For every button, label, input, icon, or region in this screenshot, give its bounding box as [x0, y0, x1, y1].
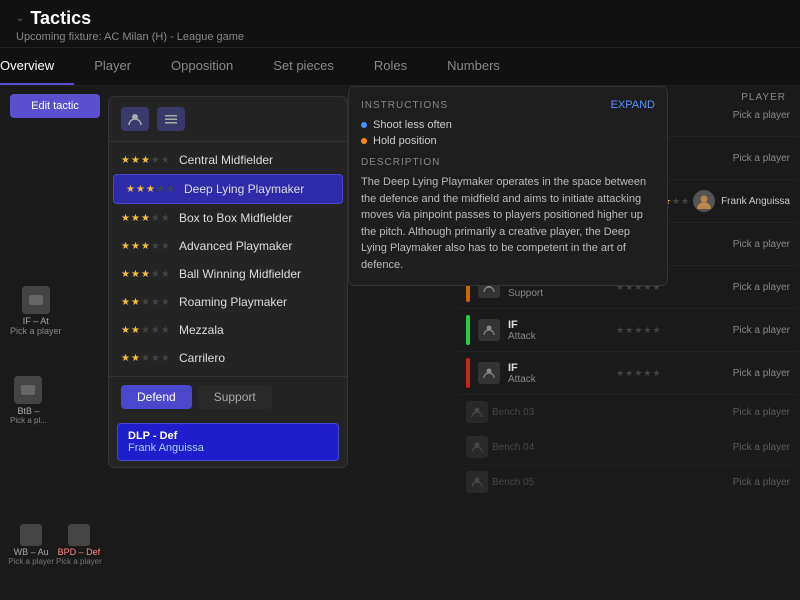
player-column-header: PLAYER — [729, 86, 798, 109]
tab-opposition[interactable]: Opposition — [151, 48, 253, 85]
tab-set-pieces[interactable]: Set pieces — [253, 48, 354, 85]
f-duty-if1: Attack — [508, 331, 544, 342]
chevron-down-icon: ⌄ — [16, 13, 24, 24]
instructions-panel: INSTRUCTIONS EXPAND Shoot less often Hol… — [348, 86, 668, 286]
bullet-orange — [361, 138, 367, 144]
role-item-b2b[interactable]: ★★★★★ Box to Box Midfielder — [109, 204, 347, 232]
pitch-player-bpd-def-left[interactable]: BPD – Def Pick a player — [56, 524, 102, 566]
f-player-icon-if1 — [478, 319, 500, 341]
duty-tabs: Defend Support — [109, 376, 347, 417]
bullet-blue — [361, 122, 367, 128]
tab-roles[interactable]: Roles — [354, 48, 427, 85]
top-bar: ⌄ Tactics Upcoming fixture: AC Milan (H)… — [0, 0, 800, 48]
role-item-bwm[interactable]: ★★★★★ Ball Winning Midfielder — [109, 260, 347, 288]
selected-role-display: DLP - Def Frank Anguissa — [117, 423, 339, 461]
f-pick-btb[interactable]: Pick a player — [733, 239, 790, 250]
instruction-text-2: Hold position — [373, 135, 437, 147]
tab-player[interactable]: Player — [74, 48, 151, 85]
role-name-mezzala: Mezzala — [179, 323, 224, 337]
duty-support-button[interactable]: Support — [198, 385, 272, 409]
f-bench-label-3: Bench 03 — [492, 407, 534, 418]
role-item-mezzala[interactable]: ★★★★★ Mezzala — [109, 316, 347, 344]
f-pick-if2[interactable]: Pick a player — [733, 368, 790, 379]
description-text: The Deep Lying Playmaker operates in the… — [361, 174, 655, 273]
f-player-frank: Frank Anguissa — [721, 196, 790, 207]
f-bench-icon-3 — [466, 401, 488, 423]
duty-defend-button[interactable]: Defend — [121, 385, 192, 409]
formation-row-if2[interactable]: IF Attack ★★★★★ Pick a player — [458, 352, 798, 395]
f-bench-icon-4 — [466, 436, 488, 458]
role-name-bwm: Ball Winning Midfielder — [179, 267, 301, 281]
role-list: ★★★★★ Central Midfielder ★★★★★ Deep Lyin… — [109, 142, 347, 376]
f-bench-pick-4[interactable]: Pick a player — [733, 442, 790, 453]
f-pick-bpd[interactable]: Pick a player — [733, 110, 790, 121]
role-item[interactable]: ★★★★★ Central Midfielder — [109, 146, 347, 174]
role-dropdown-panel: ★★★★★ Central Midfielder ★★★★★ Deep Lyin… — [108, 96, 348, 468]
formation-bench-03[interactable]: Bench 03 Pick a player — [458, 395, 798, 430]
bar-green-4 — [466, 315, 470, 345]
f-bench-pick-5[interactable]: Pick a player — [733, 477, 790, 488]
f-pick-wb[interactable]: Pick a player — [733, 153, 790, 164]
expand-button[interactable]: EXPAND — [611, 99, 655, 111]
f-pick-if1[interactable]: Pick a player — [733, 325, 790, 336]
list-icon-button[interactable] — [157, 107, 185, 131]
instruction-item-2: Hold position — [361, 135, 655, 147]
role-name-rp: Roaming Playmaker — [179, 295, 287, 309]
pitch-player-if-at[interactable]: IF – At Pick a player — [10, 286, 62, 336]
f-stars-if1: ★★★★★ — [616, 325, 660, 336]
app-subtitle: Upcoming fixture: AC Milan (H) - League … — [16, 31, 784, 43]
f-duty-if2: Attack — [508, 374, 544, 385]
f-bench-label-4: Bench 04 — [492, 442, 534, 453]
pitch-area: Edit tactic IF – At Pick a player BtB – … — [0, 86, 110, 596]
role-name-b2b: Box to Box Midfielder — [179, 211, 292, 225]
instruction-item-1: Shoot less often — [361, 119, 655, 131]
formation-bench-04[interactable]: Bench 04 Pick a player — [458, 430, 798, 465]
selected-role-player: Frank Anguissa — [128, 442, 328, 454]
f-avatar-frank — [693, 190, 715, 212]
f-role-if1: IF — [508, 319, 544, 331]
description-title: DESCRIPTION — [361, 157, 655, 168]
edit-tactic-button[interactable]: Edit tactic — [10, 94, 100, 118]
tab-overview[interactable]: Overview — [0, 48, 74, 85]
role-name-ap: Advanced Playmaker — [179, 239, 292, 253]
instructions-header: INSTRUCTIONS EXPAND — [361, 99, 655, 111]
role-name-dlp: Deep Lying Playmaker — [184, 182, 304, 196]
formation-bench-05[interactable]: Bench 05 Pick a player — [458, 465, 798, 500]
formation-row-if1[interactable]: IF Attack ★★★★★ Pick a player — [458, 309, 798, 352]
instructions-title: INSTRUCTIONS — [361, 100, 448, 111]
f-bench-icon-5 — [466, 471, 488, 493]
app-title: Tactics — [30, 8, 91, 29]
role-item-rp[interactable]: ★★★★★ Roaming Playmaker — [109, 288, 347, 316]
tab-numbers[interactable]: Numbers — [427, 48, 520, 85]
selected-role-code: DLP - Def — [128, 430, 328, 442]
role-item-ap[interactable]: ★★★★★ Advanced Playmaker — [109, 232, 347, 260]
f-bench-label-5: Bench 05 — [492, 477, 534, 488]
f-stars-if2: ★★★★★ — [616, 368, 660, 379]
nav-tabs: Overview Player Opposition Set pieces Ro… — [0, 48, 800, 86]
f-player-icon-if2 — [478, 362, 500, 384]
instruction-text-1: Shoot less often — [373, 119, 452, 131]
bottom-players-row: WB – Au Pick a player BPD – Def Pick a p… — [0, 524, 110, 566]
player-icon-button[interactable] — [121, 107, 149, 131]
bar-red — [466, 358, 470, 388]
pitch-player-wb-au-left[interactable]: WB – Au Pick a player — [8, 524, 54, 566]
f-bench-pick-3[interactable]: Pick a player — [733, 407, 790, 418]
role-name-carrilero: Carrilero — [179, 351, 225, 365]
dropdown-header — [109, 97, 347, 142]
stars-central-midfielder: ★★★★★ — [121, 155, 171, 166]
f-role-if2: IF — [508, 362, 544, 374]
role-item-selected[interactable]: ★★★★★ Deep Lying Playmaker — [113, 174, 343, 204]
main-content: Edit tactic IF – At Pick a player BtB – … — [0, 86, 800, 596]
role-item-carrilero[interactable]: ★★★★★ Carrilero — [109, 344, 347, 372]
stars-dlp: ★★★★★ — [126, 184, 176, 195]
f-pick-car[interactable]: Pick a player — [733, 282, 790, 293]
role-name-central-midfielder: Central Midfielder — [179, 153, 273, 167]
f-duty-car: Support — [508, 288, 544, 299]
pitch-player-btb[interactable]: BtB – Pick a pl... — [10, 376, 47, 425]
